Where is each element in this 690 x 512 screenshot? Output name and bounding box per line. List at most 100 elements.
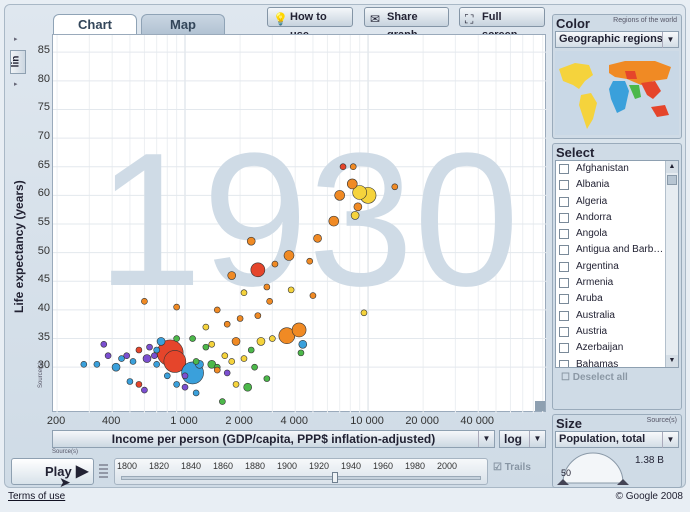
country-bubble[interactable] <box>173 381 180 388</box>
x-scale-selector[interactable]: log ▼ <box>499 430 546 448</box>
country-bubble[interactable] <box>192 358 200 365</box>
year-slider[interactable]: 1800 1820 1840 1860 1880 1900 1920 1940 1960 1980… <box>114 458 488 485</box>
country-bubble[interactable] <box>208 340 216 348</box>
country-bubble[interactable] <box>247 346 255 354</box>
list-item[interactable]: Aruba <box>556 291 678 307</box>
country-bubble[interactable] <box>173 335 180 342</box>
country-bubble[interactable] <box>283 250 295 261</box>
list-item[interactable]: Azerbaijan <box>556 340 678 356</box>
checkbox[interactable] <box>559 180 569 191</box>
country-bubble[interactable] <box>256 337 266 346</box>
list-item[interactable]: Australia <box>556 308 678 324</box>
checkbox[interactable] <box>559 310 569 321</box>
speed-handle[interactable] <box>98 462 109 482</box>
country-bubble[interactable] <box>135 346 143 354</box>
country-bubble[interactable] <box>232 381 240 388</box>
country-bubble[interactable] <box>189 335 196 342</box>
country-bubble[interactable] <box>236 315 244 322</box>
country-bubble[interactable] <box>231 337 241 346</box>
country-list-scrollbar[interactable]: ▲ ▼ <box>665 161 678 367</box>
country-bubble[interactable] <box>346 178 358 190</box>
country-bubble[interactable] <box>240 289 248 297</box>
country-bubble[interactable] <box>181 383 189 391</box>
play-button[interactable]: Play ▶ <box>11 458 94 485</box>
list-item[interactable]: Armenia <box>556 275 678 291</box>
y-axis-arrow-icon[interactable]: ▸ <box>14 35 18 43</box>
country-bubble[interactable] <box>306 257 314 265</box>
country-bubble[interactable] <box>173 303 180 311</box>
country-bubble[interactable] <box>360 309 368 317</box>
country-bubble[interactable] <box>227 271 237 280</box>
size-select[interactable]: Population, total ▼ <box>555 431 679 448</box>
country-bubble[interactable] <box>192 389 200 397</box>
size-panel-source[interactable]: Source(s) <box>647 417 677 424</box>
country-bubble[interactable] <box>328 215 340 227</box>
country-bubble[interactable] <box>202 323 210 331</box>
checkbox[interactable] <box>559 164 569 174</box>
checkbox[interactable] <box>559 359 569 367</box>
country-bubble[interactable] <box>251 363 258 371</box>
checkbox[interactable] <box>559 294 569 305</box>
country-bubble[interactable] <box>129 358 137 365</box>
country-bubble[interactable] <box>100 340 108 348</box>
country-bubble[interactable] <box>334 190 345 201</box>
country-bubble[interactable] <box>298 339 308 349</box>
list-item[interactable]: Albania <box>556 177 678 193</box>
checkbox[interactable] <box>559 212 569 223</box>
country-bubble[interactable] <box>151 352 158 360</box>
country-bubble[interactable] <box>263 375 271 382</box>
country-bubble[interactable] <box>266 298 273 305</box>
scroll-thumb[interactable] <box>667 175 677 185</box>
country-bubble[interactable] <box>181 372 189 380</box>
share-graph-button[interactable]: ✉ Share graph <box>364 7 449 41</box>
scroll-up-icon[interactable]: ▲ <box>666 161 678 173</box>
country-bubble[interactable] <box>223 320 231 328</box>
country-bubble[interactable] <box>391 183 399 191</box>
y-axis-arrow-icon-2[interactable]: ▸ <box>14 80 18 88</box>
country-bubble[interactable] <box>353 202 363 212</box>
trails-toggle[interactable]: ☑ Trails <box>493 462 531 473</box>
country-bubble[interactable] <box>153 346 160 354</box>
country-bubble[interactable] <box>250 262 266 278</box>
country-bubble[interactable] <box>246 236 256 246</box>
country-bubble[interactable] <box>287 286 295 294</box>
country-bubble[interactable] <box>223 369 231 377</box>
deselect-all-button[interactable]: ☐ Deselect all <box>561 372 628 383</box>
full-screen-button[interactable]: ⛶ Full screen <box>459 7 545 41</box>
country-bubble[interactable] <box>146 343 153 351</box>
country-bubble[interactable] <box>240 355 248 362</box>
country-bubble[interactable] <box>142 354 152 363</box>
country-bubble[interactable] <box>93 361 101 368</box>
checkbox[interactable] <box>559 343 569 354</box>
country-bubble[interactable] <box>213 366 221 374</box>
country-bubble[interactable] <box>349 163 357 171</box>
how-to-use-button[interactable]: 💡 How to use <box>267 7 353 41</box>
list-item[interactable]: Bahamas <box>556 357 678 367</box>
country-bubble[interactable] <box>297 349 305 357</box>
checkbox[interactable] <box>559 245 569 256</box>
list-item[interactable]: Algeria <box>556 194 678 210</box>
country-bubble[interactable] <box>118 355 125 362</box>
checkbox[interactable] <box>559 196 569 207</box>
country-bubble[interactable] <box>271 260 279 268</box>
country-bubble[interactable] <box>213 306 221 314</box>
x-source-label[interactable]: Source(s) <box>52 449 78 455</box>
country-bubble[interactable] <box>111 362 121 372</box>
country-bubble[interactable] <box>80 361 88 368</box>
country-bubble[interactable] <box>163 372 171 380</box>
country-bubble[interactable] <box>126 378 134 385</box>
list-item[interactable]: Angola <box>556 226 678 242</box>
country-bubble[interactable] <box>309 292 317 299</box>
country-bubble[interactable] <box>254 312 262 319</box>
zoom-corner-icon[interactable] <box>535 401 545 411</box>
list-item[interactable]: Argentina <box>556 259 678 275</box>
country-bubble[interactable] <box>141 298 148 305</box>
country-bubble[interactable] <box>104 352 112 360</box>
country-bubble[interactable] <box>313 234 322 243</box>
slider-thumb[interactable] <box>332 472 338 483</box>
scroll-down-icon[interactable]: ▼ <box>666 355 678 367</box>
checkbox[interactable] <box>559 326 569 337</box>
country-bubble[interactable] <box>228 358 236 365</box>
country-bubble[interactable] <box>339 163 347 171</box>
tab-chart[interactable]: Chart <box>53 14 137 35</box>
